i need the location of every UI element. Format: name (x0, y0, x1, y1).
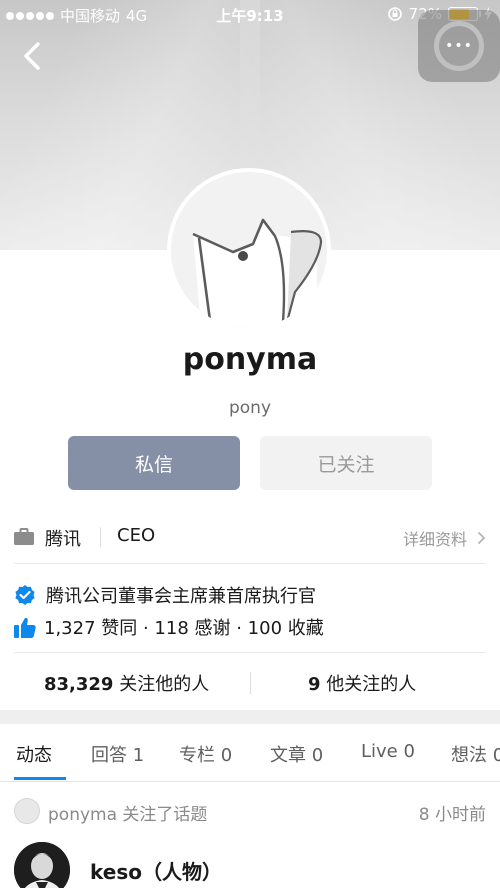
job-company: 腾讯 (45, 529, 81, 550)
tab-activity[interactable]: 动态 (16, 741, 52, 767)
profile-tabs: 动态 回答 1 专栏 0 文章 0 Live 0 想法 0 (0, 724, 500, 782)
section-gap (0, 710, 500, 724)
back-button[interactable] (18, 40, 48, 72)
divider (14, 652, 486, 653)
activity-avatar (14, 798, 40, 824)
topic-title: keso（人物） (90, 860, 222, 884)
default-avatar-cat-icon (171, 172, 327, 328)
thumbs-up-icon (14, 617, 36, 638)
tab-answers[interactable]: 回答 1 (91, 741, 144, 767)
briefcase-icon (14, 528, 34, 545)
following-count: 9 (308, 674, 321, 695)
topic-item[interactable]: keso（人物） (14, 840, 486, 888)
follow-button[interactable]: 已关注 (260, 436, 432, 490)
tab-articles[interactable]: 文章 0 (270, 741, 323, 767)
orientation-lock-icon (387, 7, 402, 21)
profile-bio: pony (228, 398, 272, 418)
detail-label: 详细资料 (402, 530, 467, 549)
active-tab-indicator (14, 777, 66, 780)
assistive-touch-icon: ••• (434, 21, 484, 71)
followers-label: 关注他的人 (119, 674, 210, 695)
job-title: CEO (117, 525, 156, 546)
activity-text: ponyma 关注了话题 (48, 805, 208, 825)
activity-header: ponyma 关注了话题 8 小时前 (14, 796, 486, 826)
stats-text: 1,327 赞同 · 118 感谢 · 100 收藏 (44, 618, 324, 639)
tab-columns[interactable]: 专栏 0 (179, 741, 232, 767)
divider (14, 563, 486, 564)
verification-text: 腾讯公司董事会主席兼首席执行官 (46, 586, 316, 607)
follow-divider (250, 672, 251, 694)
profile-name: ponyma (182, 342, 318, 377)
person-photo-icon (14, 842, 70, 888)
following-link[interactable]: 9 他关注的人 (308, 670, 416, 696)
detail-link[interactable]: 详细资料 (403, 526, 486, 550)
tab-live[interactable]: Live 0 (361, 741, 415, 762)
job-info-row[interactable]: 腾讯 CEO 详细资料 (0, 516, 500, 556)
follow-stats-row: 83,329 关注他的人 9 他关注的人 (0, 662, 500, 702)
verification-row: 腾讯公司董事会主席兼首席执行官 (14, 582, 316, 608)
job-divider (100, 527, 101, 547)
followers-count: 83,329 (44, 674, 114, 695)
activity-time: 8 小时前 (418, 805, 486, 825)
stats-row: 1,327 赞同 · 118 感谢 · 100 收藏 (14, 614, 324, 640)
topic-avatar (14, 842, 70, 888)
followers-link[interactable]: 83,329 关注他的人 (44, 670, 209, 696)
message-button[interactable]: 私信 (68, 436, 240, 490)
profile-page: 中国移动 4G 上午9:13 72% ••• (0, 0, 500, 888)
avatar[interactable] (167, 168, 331, 332)
verified-badge-icon (15, 585, 35, 605)
following-label: 他关注的人 (326, 674, 417, 695)
tab-ideas[interactable]: 想法 0 (451, 741, 500, 767)
assistive-touch-button[interactable]: ••• (418, 10, 500, 82)
chevron-left-icon (24, 42, 40, 70)
chevron-right-icon (477, 531, 486, 545)
